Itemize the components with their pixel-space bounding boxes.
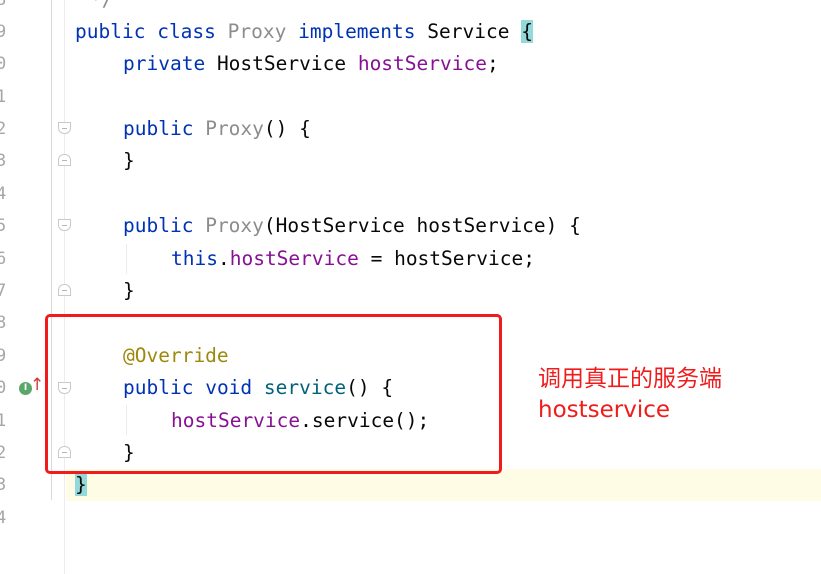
- line-number: 4: [0, 508, 7, 528]
- override-arrow-icon[interactable]: ↑: [30, 375, 44, 395]
- line-number: 3: [0, 151, 7, 171]
- fold-collapse-icon[interactable]: [58, 122, 71, 134]
- line-number: 8: [0, 0, 7, 10]
- line-number: 1: [0, 87, 7, 107]
- matched-brace: {: [521, 20, 533, 43]
- code-line-close-brace: }: [123, 149, 135, 172]
- indent-guide: [126, 244, 127, 274]
- code-line-assignment: this.hostService = hostService;: [171, 247, 535, 270]
- red-highlight-box: [45, 314, 502, 474]
- line-number: 2: [0, 443, 7, 463]
- code-line-constructor: public Proxy() {: [123, 117, 311, 140]
- line-number: 8: [0, 313, 7, 333]
- fold-end-icon[interactable]: [58, 154, 71, 166]
- code-line-field: private HostService hostService;: [123, 52, 499, 75]
- line-number: 9: [0, 346, 7, 366]
- line-number: 6: [0, 249, 7, 269]
- line-number: 2: [0, 119, 7, 139]
- line-number: 1: [0, 411, 7, 431]
- code-line-close-brace: }: [123, 279, 135, 302]
- line-number: 3: [0, 475, 7, 495]
- code-line-constructor: public Proxy(HostService hostService) {: [123, 214, 581, 237]
- code-line-comment: */: [90, 0, 113, 16]
- line-number: 9: [0, 22, 7, 42]
- line-number: 7: [0, 281, 7, 301]
- annotation-note-line2: hostservice: [538, 397, 671, 423]
- matched-brace: }: [75, 473, 87, 496]
- code-line-class-declaration: public class Proxy implements Service {: [75, 20, 533, 43]
- fold-end-icon[interactable]: [58, 284, 71, 296]
- fold-collapse-icon[interactable]: [58, 219, 71, 231]
- line-number: 5: [0, 216, 7, 236]
- annotation-note-line1: 调用真正的服务端: [538, 366, 722, 392]
- line-number: 4: [0, 184, 7, 204]
- line-number: 0: [0, 378, 7, 398]
- line-number: 0: [0, 54, 7, 74]
- line-number-gutter: 8 9 0 1 2 3 4 5 6 7 8 9 0 1 2 3 4: [0, 0, 14, 574]
